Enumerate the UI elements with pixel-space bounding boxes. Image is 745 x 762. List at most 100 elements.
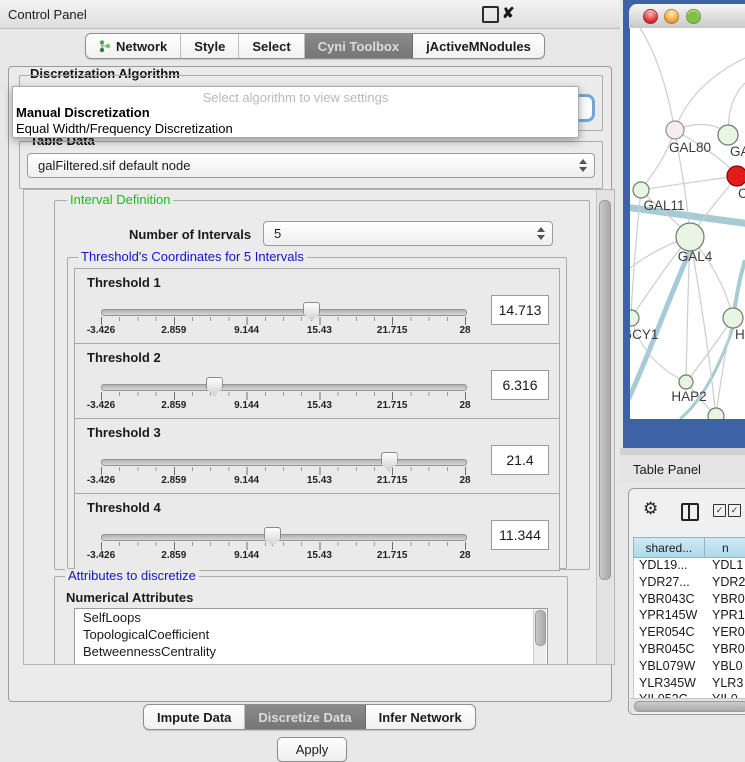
network-canvas[interactable]: GAL80GACGAL11GAL4GCY1HHAP2: [630, 28, 745, 419]
algorithm-dropdown-popup: Select algorithm to view settings Manual…: [12, 86, 579, 138]
network-node[interactable]: [630, 310, 639, 326]
settings-scrollbar-thumb[interactable]: [599, 200, 611, 580]
numerical-attributes-list[interactable]: SelfLoopsTopologicalCoefficientBetweenne…: [74, 608, 548, 665]
cell-shared-name[interactable]: YDL19...: [634, 558, 712, 572]
tab-network[interactable]: Network: [86, 34, 181, 58]
number-of-intervals-value: 5: [274, 222, 281, 245]
tab-style[interactable]: Style: [181, 34, 239, 58]
node-label: GAL11: [643, 198, 684, 213]
threshold-row: Threshold 3 -3.4262.8599.14415.4321.7152…: [74, 418, 560, 496]
table-row[interactable]: YER054CYER0: [634, 625, 745, 642]
table-row[interactable]: YBL079WYBL0: [634, 659, 745, 676]
network-icon: [99, 39, 111, 53]
interval-definition-group: Interval Definition Number of Intervals …: [54, 200, 590, 570]
table-row[interactable]: YPR145WYPR1: [634, 608, 745, 625]
network-node[interactable]: [633, 182, 649, 198]
threshold-value-field[interactable]: 6.316: [491, 370, 549, 400]
spinner-arrows-icon[interactable]: [579, 158, 588, 173]
float-window-icon[interactable]: [482, 6, 499, 23]
cell-shared-name[interactable]: YDR27...: [634, 575, 712, 589]
table-row[interactable]: YDR27...YDR2: [634, 575, 745, 592]
slider-thumb[interactable]: [381, 452, 398, 471]
table-row[interactable]: YDL19...YDL1: [634, 558, 745, 575]
control-panel-title: Control Panel: [8, 7, 87, 22]
close-icon[interactable]: ✘: [502, 4, 515, 22]
zoom-traffic-light-icon[interactable]: [686, 9, 701, 24]
table-row[interactable]: YLR345WYLR3: [634, 676, 745, 693]
algorithm-item-manual[interactable]: Manual Discretization: [16, 105, 150, 120]
spinner-arrows-icon[interactable]: [537, 226, 546, 241]
threshold-row: Threshold 4 -3.4262.8599.14415.4321.7152…: [74, 493, 560, 571]
threshold-value-field[interactable]: 21.4: [491, 445, 549, 475]
table-hscrollbar-thumb[interactable]: [634, 701, 745, 712]
checkbox-icon[interactable]: ✓: [728, 504, 741, 517]
cell-shared-name[interactable]: YBL079W: [634, 659, 712, 673]
table-row[interactable]: YBR043CYBR0: [634, 592, 745, 609]
tab-discretize-data[interactable]: Discretize Data: [245, 705, 365, 729]
numerical-attributes-label: Numerical Attributes: [66, 590, 193, 605]
tab-jactivemnodules[interactable]: jActiveMNodules: [413, 34, 544, 58]
slider-thumb[interactable]: [303, 302, 320, 321]
threshold-value-field[interactable]: 14.713: [491, 295, 549, 325]
attribute-item[interactable]: SelfLoops: [75, 609, 547, 626]
cell-shared-name[interactable]: YLR345W: [634, 676, 712, 690]
tab-label: Select: [252, 39, 290, 54]
cell-name[interactable]: YDL1: [712, 558, 743, 572]
network-node[interactable]: [723, 308, 743, 328]
slider-thumb[interactable]: [206, 377, 223, 396]
column-header-shared-name[interactable]: shared...: [633, 537, 705, 558]
cell-name[interactable]: YER0: [712, 625, 745, 639]
cell-name[interactable]: YBR0: [712, 592, 745, 606]
attributes-scrollbar-thumb[interactable]: [535, 610, 546, 646]
network-edge: [640, 28, 675, 130]
algorithm-item-equal-width[interactable]: Equal Width/Frequency Discretization: [16, 121, 233, 136]
threshold-row: Threshold 1 -3.4262.8599.14415.4321.7152…: [74, 268, 560, 346]
table-horizontal-scrollbar[interactable]: [630, 698, 745, 712]
tab-label: Impute Data: [157, 710, 231, 725]
cell-name[interactable]: YBL0: [712, 659, 743, 673]
checkbox-icon[interactable]: ✓: [713, 504, 726, 517]
tab-label: jActiveMNodules: [426, 39, 531, 54]
settings-scroll-area: Interval Definition Number of Intervals …: [23, 189, 615, 665]
network-node[interactable]: [666, 121, 684, 139]
network-node[interactable]: [679, 375, 693, 389]
cell-name[interactable]: YDR2: [712, 575, 745, 589]
cell-name[interactable]: YBR0: [712, 642, 745, 656]
network-edge: [641, 176, 737, 190]
cell-shared-name[interactable]: YPR145W: [634, 608, 712, 622]
tab-label: Cyni Toolbox: [318, 39, 399, 54]
thresholds-group: Threshold's Coordinates for 5 Intervals …: [67, 257, 567, 569]
cell-name[interactable]: YLR3: [712, 676, 743, 690]
network-node[interactable]: [676, 223, 704, 251]
network-node[interactable]: [708, 408, 724, 419]
tab-select[interactable]: Select: [239, 34, 304, 58]
interval-definition-title: Interval Definition: [67, 193, 173, 207]
cell-shared-name[interactable]: YBR043C: [634, 592, 712, 606]
network-edge: [641, 130, 675, 190]
gear-icon[interactable]: ⚙: [643, 500, 658, 517]
minimize-traffic-light-icon[interactable]: [664, 9, 679, 24]
cell-shared-name[interactable]: YER054C: [634, 625, 712, 639]
table-row[interactable]: YBR045CYBR0: [634, 642, 745, 659]
threshold-value-field[interactable]: 11.344: [491, 520, 549, 550]
column-header-name[interactable]: n: [705, 537, 745, 558]
node-label: H: [735, 327, 745, 342]
network-node[interactable]: [727, 166, 745, 186]
close-traffic-light-icon[interactable]: [643, 9, 658, 24]
cell-name[interactable]: YPR1: [712, 608, 745, 622]
attribute-item[interactable]: BetweennessCentrality: [75, 643, 547, 660]
apply-button[interactable]: Apply: [277, 737, 347, 762]
split-columns-icon[interactable]: [681, 503, 699, 521]
tab-infer-network[interactable]: Infer Network: [366, 705, 475, 729]
network-node[interactable]: [718, 125, 738, 145]
table-rows: YDL19...YDL1YDR27...YDR2YBR043CYBR0YPR14…: [633, 558, 745, 698]
number-of-intervals-combobox[interactable]: 5: [263, 221, 553, 246]
tab-cyni-toolbox[interactable]: Cyni Toolbox: [305, 34, 413, 58]
slider-thumb[interactable]: [264, 527, 281, 546]
node-label: C: [738, 186, 745, 201]
attribute-item[interactable]: TopologicalCoefficient: [75, 626, 547, 643]
node-label: GCY1: [630, 327, 658, 342]
tab-impute-data[interactable]: Impute Data: [144, 705, 245, 729]
cell-shared-name[interactable]: YBR045C: [634, 642, 712, 656]
table-data-combobox[interactable]: galFiltered.sif default node: [27, 153, 595, 178]
